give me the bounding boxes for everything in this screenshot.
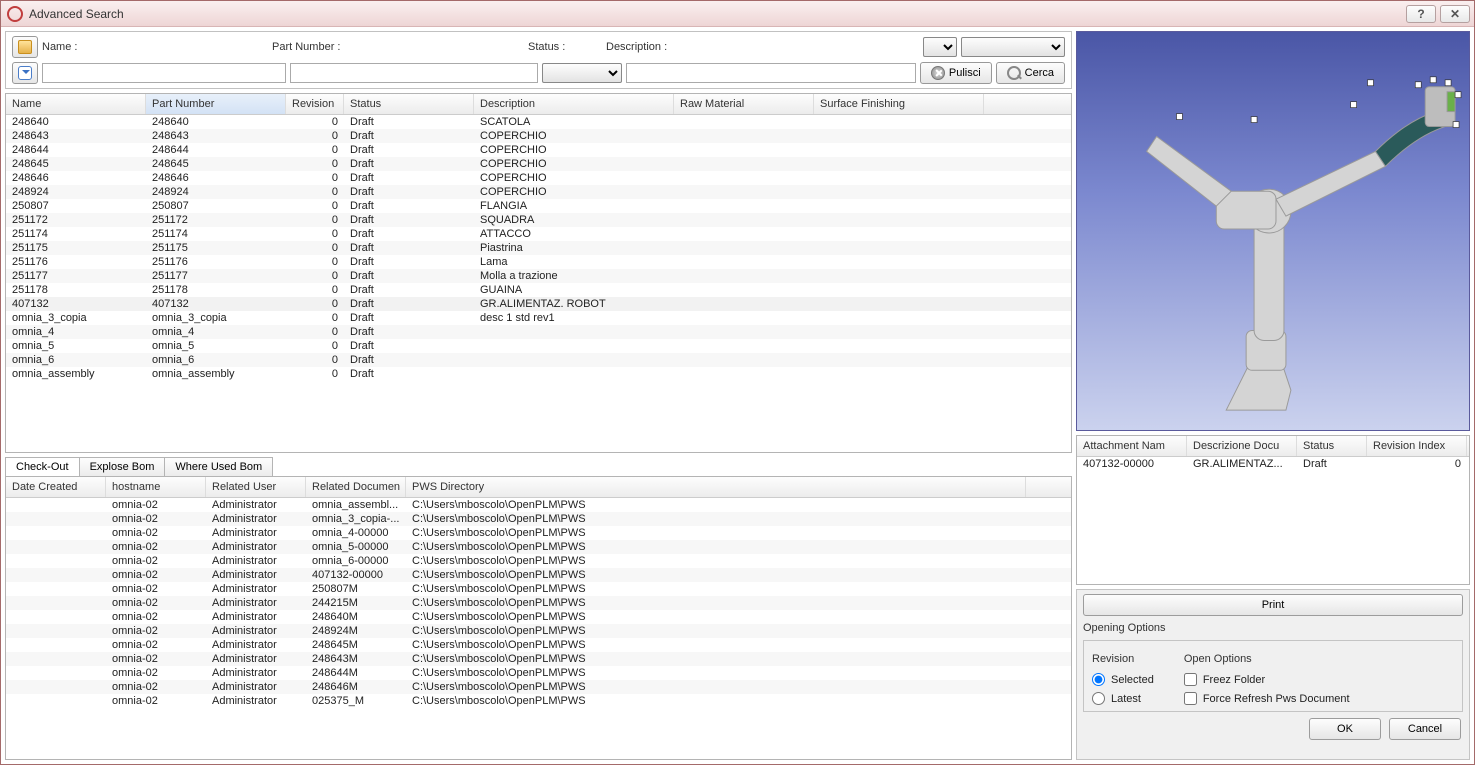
- robot-render: [1077, 32, 1469, 430]
- column-header[interactable]: Related Documen: [306, 477, 406, 497]
- column-header[interactable]: Raw Material: [674, 94, 814, 114]
- column-header[interactable]: Revision: [286, 94, 344, 114]
- ok-button[interactable]: OK: [1309, 718, 1381, 740]
- table-row[interactable]: omnia-02Administrator248645MC:\Users\mbo…: [6, 638, 1071, 652]
- table-row[interactable]: 2511722511720DraftSQUADRA: [6, 213, 1071, 227]
- save-query-select[interactable]: [923, 37, 957, 57]
- opening-options-label: Opening Options: [1083, 622, 1463, 634]
- description-input[interactable]: [626, 63, 916, 83]
- attachment-table[interactable]: Attachment NamDescrizione DocuStatusRevi…: [1076, 435, 1470, 585]
- close-button[interactable]: ✕: [1440, 5, 1470, 23]
- column-header[interactable]: Status: [344, 94, 474, 114]
- status-select[interactable]: [542, 63, 622, 83]
- detail-tabs: Check-OutExplose BomWhere Used Bom: [5, 457, 1072, 476]
- column-header[interactable]: Attachment Nam: [1077, 436, 1187, 456]
- cancel-button[interactable]: Cancel: [1389, 718, 1461, 740]
- table-row[interactable]: 2508072508070DraftFLANGIA: [6, 199, 1071, 213]
- results-table[interactable]: NamePart NumberRevisionStatusDescription…: [5, 93, 1072, 453]
- table-row[interactable]: 2486432486430DraftCOPERCHIO: [6, 129, 1071, 143]
- help-button[interactable]: ?: [1406, 5, 1436, 23]
- table-row[interactable]: omnia-02Administrator248924MC:\Users\mbo…: [6, 624, 1071, 638]
- revision-label: Revision: [1092, 653, 1154, 665]
- column-header[interactable]: Descrizione Docu: [1187, 436, 1297, 456]
- column-header[interactable]: Description: [474, 94, 674, 114]
- saved-queries-select[interactable]: [961, 37, 1065, 57]
- table-row[interactable]: omnia_3_copiaomnia_3_copia0Draftdesc 1 s…: [6, 311, 1071, 325]
- clear-icon: [931, 66, 945, 80]
- table-row[interactable]: 2486452486450DraftCOPERCHIO: [6, 157, 1071, 171]
- table-row[interactable]: omnia_5omnia_50Draft: [6, 339, 1071, 353]
- table-row[interactable]: omnia_assemblyomnia_assembly0Draft: [6, 367, 1071, 381]
- table-row[interactable]: omnia-02Administratoromnia_assembl...C:\…: [6, 498, 1071, 512]
- checkout-panel: Date CreatedhostnameRelated UserRelated …: [5, 476, 1072, 760]
- table-row[interactable]: omnia-02Administrator248640MC:\Users\mbo…: [6, 610, 1071, 624]
- column-header[interactable]: Part Number: [146, 94, 286, 114]
- table-row[interactable]: 2511742511740DraftATTACCO: [6, 227, 1071, 241]
- search-button[interactable]: Cerca: [996, 62, 1065, 84]
- tab-check-out[interactable]: Check-Out: [5, 457, 80, 476]
- tab-where-used-bom[interactable]: Where Used Bom: [164, 457, 273, 476]
- table-row[interactable]: omnia-02Administrator407132-00000C:\User…: [6, 568, 1071, 582]
- column-header[interactable]: Name: [6, 94, 146, 114]
- table-row[interactable]: 2511782511780DraftGUAINA: [6, 283, 1071, 297]
- table-row[interactable]: 407132-00000GR.ALIMENTAZ...Draft0: [1077, 457, 1469, 471]
- table-row[interactable]: omnia-02Administrator250807MC:\Users\mbo…: [6, 582, 1071, 596]
- revision-latest-radio[interactable]: Latest: [1092, 692, 1154, 705]
- table-row[interactable]: omnia_6omnia_60Draft: [6, 353, 1071, 367]
- search-icon: [1007, 66, 1021, 80]
- search-bar: Name : Part Number : Status : Descriptio…: [5, 31, 1072, 89]
- column-header[interactable]: hostname: [106, 477, 206, 497]
- window-title: Advanced Search: [29, 7, 1406, 21]
- partnumber-label: Part Number :: [272, 41, 362, 53]
- table-row[interactable]: omnia-02Administrator248644MC:\Users\mbo…: [6, 666, 1071, 680]
- table-row[interactable]: 2486442486440DraftCOPERCHIO: [6, 143, 1071, 157]
- folder-icon: [18, 40, 32, 54]
- table-row[interactable]: 2486402486400DraftSCATOLA: [6, 115, 1071, 129]
- column-header[interactable]: Surface Finishing: [814, 94, 984, 114]
- name-label: Name :: [42, 41, 92, 53]
- status-label: Status :: [528, 41, 578, 53]
- column-header[interactable]: PWS Directory: [406, 477, 1026, 497]
- clear-button[interactable]: Pulisci: [920, 62, 992, 84]
- table-row[interactable]: omnia-02Administratoromnia_6-00000C:\Use…: [6, 554, 1071, 568]
- table-row[interactable]: 2511772511770DraftMolla a trazione: [6, 269, 1071, 283]
- download-button[interactable]: [12, 62, 38, 84]
- table-row[interactable]: omnia-02Administratoromnia_3_copia-...C:…: [6, 512, 1071, 526]
- column-header[interactable]: Related User: [206, 477, 306, 497]
- 3d-preview[interactable]: [1076, 31, 1470, 431]
- table-row[interactable]: 4071324071320DraftGR.ALIMENTAZ. ROBOT: [6, 297, 1071, 311]
- table-row[interactable]: 2486462486460DraftCOPERCHIO: [6, 171, 1071, 185]
- freez-folder-checkbox[interactable]: Freez Folder: [1184, 673, 1350, 686]
- print-button[interactable]: Print: [1083, 594, 1463, 616]
- opening-options-group: Revision Selected Latest Open Options Fr…: [1083, 640, 1463, 712]
- checkout-table[interactable]: omnia-02Administratoromnia_assembl...C:\…: [6, 498, 1071, 759]
- partnumber-input[interactable]: [290, 63, 538, 83]
- titlebar[interactable]: Advanced Search ? ✕: [1, 1, 1474, 27]
- table-row[interactable]: omnia-02Administrator244215MC:\Users\mbo…: [6, 596, 1071, 610]
- table-row[interactable]: 2511752511750DraftPiastrina: [6, 241, 1071, 255]
- table-row[interactable]: omnia-02Administrator248646MC:\Users\mbo…: [6, 680, 1071, 694]
- column-header[interactable]: Revision Index: [1367, 436, 1467, 456]
- app-icon: [7, 6, 23, 22]
- tab-explose-bom[interactable]: Explose Bom: [79, 457, 166, 476]
- table-row[interactable]: omnia-02Administratoromnia_4-00000C:\Use…: [6, 526, 1071, 540]
- table-row[interactable]: omnia_4omnia_40Draft: [6, 325, 1071, 339]
- table-row[interactable]: omnia-02Administratoromnia_5-00000C:\Use…: [6, 540, 1071, 554]
- open-folder-button[interactable]: [12, 36, 38, 58]
- table-row[interactable]: omnia-02Administrator025375_MC:\Users\mb…: [6, 694, 1071, 708]
- open-options-label: Open Options: [1184, 653, 1350, 665]
- advanced-search-window: Advanced Search ? ✕ Name : Part Number :…: [0, 0, 1475, 765]
- force-refresh-checkbox[interactable]: Force Refresh Pws Document: [1184, 692, 1350, 705]
- table-row[interactable]: omnia-02Administrator248643MC:\Users\mbo…: [6, 652, 1071, 666]
- name-input[interactable]: [42, 63, 286, 83]
- revision-selected-radio[interactable]: Selected: [1092, 673, 1154, 686]
- column-header[interactable]: Status: [1297, 436, 1367, 456]
- table-row[interactable]: 2511762511760DraftLama: [6, 255, 1071, 269]
- table-row[interactable]: 2489242489240DraftCOPERCHIO: [6, 185, 1071, 199]
- description-label: Description :: [606, 41, 686, 53]
- download-icon: [18, 66, 32, 80]
- column-header[interactable]: Date Created: [6, 477, 106, 497]
